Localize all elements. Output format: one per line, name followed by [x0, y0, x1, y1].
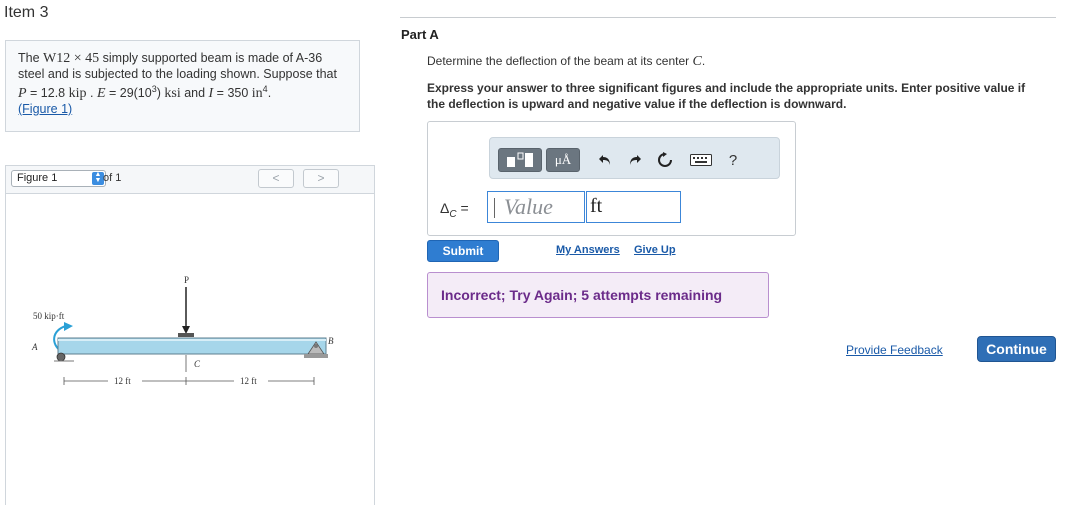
period: .	[267, 86, 272, 101]
units-input[interactable]: ft	[586, 191, 681, 223]
load-plate	[178, 333, 194, 337]
delta-symbol: Δ	[440, 200, 450, 216]
beam-diagram: P 50 kip·ft A B C 12 ft 12 ft	[31, 275, 334, 386]
answer-instructions: Express your answer to three significant…	[427, 81, 1026, 111]
figure-count: of 1	[103, 172, 122, 184]
p-unit: kip	[68, 86, 87, 102]
answer-box: μÅ ? ΔC = Value ft	[427, 121, 796, 236]
units-button[interactable]: μÅ	[546, 148, 580, 172]
load-label: P	[184, 275, 189, 285]
provide-feedback-link[interactable]: Provide Feedback	[846, 343, 943, 357]
equation-toolbar: μÅ ?	[489, 137, 780, 179]
reset-icon	[658, 152, 672, 167]
undo-button[interactable]	[594, 148, 616, 172]
units-value: ft	[590, 195, 603, 217]
figure-select[interactable]: Figure 1 ▲ ▼	[11, 170, 106, 187]
right-column: Part A Determine the deflection of the b…	[375, 0, 1079, 505]
p-value: = 12.8	[26, 86, 69, 101]
keyboard-button[interactable]	[688, 148, 714, 172]
question-suffix: .	[701, 54, 706, 68]
e-unit: ksi	[164, 86, 181, 102]
next-figure-button[interactable]: >	[303, 169, 339, 188]
help-button[interactable]: ?	[722, 148, 744, 172]
span-right-label: 12 ft	[240, 376, 257, 386]
prev-figure-button[interactable]: <	[258, 169, 294, 188]
value-input[interactable]: Value	[487, 191, 585, 223]
feedback-message: Incorrect; Try Again; 5 attempts remaini…	[427, 272, 769, 318]
span-left-label: 12 ft	[114, 376, 131, 386]
figure-panel: Figure 1 ▲ ▼ of 1 < > P 50 kip·ft A B C …	[5, 165, 375, 505]
reset-button[interactable]	[654, 148, 676, 172]
pin-base	[304, 354, 328, 358]
e-value: = 29(10	[105, 86, 152, 101]
templates-button[interactable]	[498, 148, 542, 172]
figure-link[interactable]: (Figure 1)	[18, 102, 72, 116]
top-divider	[400, 17, 1056, 18]
my-answers-link[interactable]: My Answers	[556, 244, 620, 256]
submit-button[interactable]: Submit	[427, 240, 499, 262]
redo-icon	[630, 155, 641, 165]
support-a-label: A	[31, 342, 38, 352]
value-placeholder: Value	[504, 194, 553, 219]
and-text: and	[180, 86, 209, 101]
e-symbol: E	[96, 86, 106, 102]
i-unit: in	[251, 86, 263, 102]
templates-icon	[507, 152, 533, 167]
support-b-label: B	[328, 336, 334, 346]
figure-toolbar: Figure 1 ▲ ▼ of 1 < >	[6, 166, 374, 194]
beam-designation: W12 × 45	[43, 51, 100, 66]
problem-statement: The W12 × 45 simply supported beam is ma…	[5, 40, 360, 132]
problem-text: The	[18, 51, 40, 65]
redo-button[interactable]	[624, 148, 646, 172]
give-up-link[interactable]: Give Up	[634, 244, 676, 256]
text-caret	[494, 198, 495, 218]
moment-arrowhead-icon	[64, 322, 73, 331]
question-text: Determine the deflection of the beam at …	[427, 54, 705, 70]
equals-sign: =	[456, 200, 469, 216]
undo-icon	[599, 155, 610, 165]
equation-label: ΔC =	[440, 200, 469, 220]
p-symbol: P	[18, 86, 27, 102]
chevron-right-icon: >	[317, 171, 325, 185]
i-value: = 350	[213, 86, 252, 101]
separator: .	[86, 86, 97, 101]
moment-label: 50 kip·ft	[33, 311, 65, 321]
keyboard-icon	[690, 154, 712, 166]
question-prefix: Determine the deflection of the beam at …	[427, 54, 693, 68]
continue-button[interactable]: Continue	[977, 336, 1056, 362]
point-c-label: C	[194, 359, 201, 369]
left-column: The W12 × 45 simply supported beam is ma…	[0, 0, 375, 505]
roller-support-icon	[56, 352, 66, 362]
question-variable: C	[692, 54, 702, 69]
help-icon: ?	[728, 151, 738, 169]
part-title: Part A	[401, 27, 439, 42]
load-arrowhead-icon	[182, 326, 190, 334]
units-label: μÅ	[554, 152, 572, 167]
chevron-left-icon: <	[272, 171, 280, 185]
pin-icon	[314, 344, 318, 348]
delta-subscript: C	[449, 208, 457, 220]
figure-select-value: Figure 1	[17, 172, 58, 184]
